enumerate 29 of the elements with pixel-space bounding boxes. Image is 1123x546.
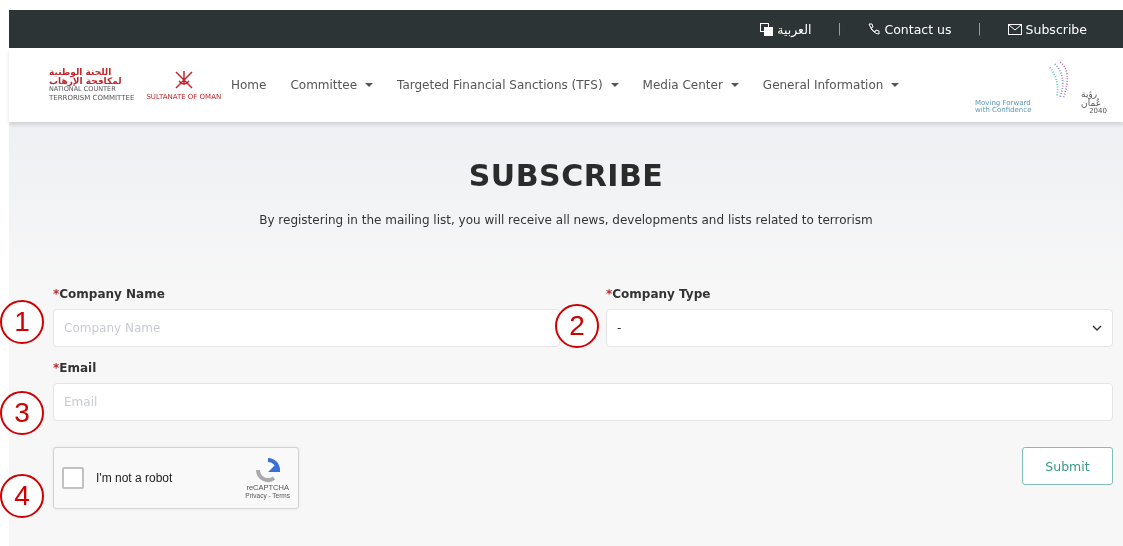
nav-item[interactable]: Committee: [278, 78, 386, 92]
nav-item[interactable]: Home: [219, 78, 279, 92]
envelope-icon: [1007, 23, 1022, 35]
nav-item[interactable]: Media Center: [630, 78, 751, 92]
page-subtitle: By registering in the mailing list, you will receive all news, developments and lists related to terrorism: [258, 213, 874, 227]
vision-arabic-text: رؤية عُمان: [1081, 90, 1102, 108]
logo-arabic-text: اللجنة الوطنية لمكافحة الإرهاب: [49, 68, 123, 87]
submit-button[interactable]: Submit: [1022, 447, 1113, 485]
callout-number: 1: [0, 300, 44, 344]
field-label: *Email: [53, 361, 98, 375]
chevron-icon: [1092, 325, 1102, 331]
phone-icon: [867, 22, 881, 36]
captcha-label: I'm not a robot: [96, 471, 174, 485]
language-link[interactable]: العربية: [760, 21, 812, 37]
subscribe-link[interactable]: Subscribe: [1007, 21, 1087, 37]
company-type-select[interactable]: -: [606, 309, 1113, 347]
page-title: SUBSCRIBE: [467, 158, 665, 193]
separator: |: [837, 22, 842, 36]
callout-number: 3: [0, 391, 44, 435]
captcha-checkbox[interactable]: [62, 467, 84, 489]
contact-link[interactable]: Contact us: [867, 21, 952, 37]
recaptcha-icon: [254, 457, 281, 483]
translate-icon: [760, 22, 774, 36]
callout-number: 4: [0, 474, 44, 518]
nav-item[interactable]: Targeted Financial Sanctions (TFS): [385, 78, 631, 92]
field-label: *Company Type: [606, 287, 712, 301]
nav-item[interactable]: General Information: [750, 78, 912, 92]
field-label: *Company Name: [53, 287, 166, 301]
separator: |: [977, 22, 982, 36]
